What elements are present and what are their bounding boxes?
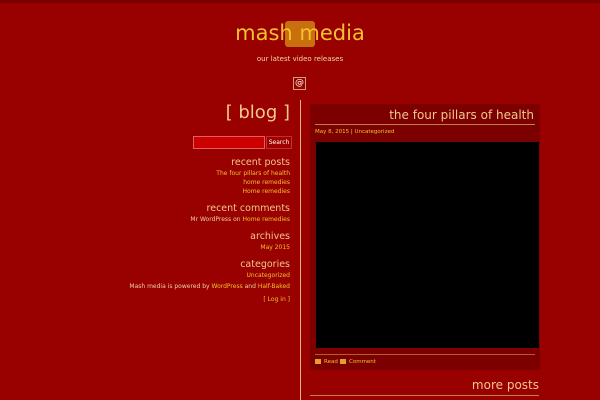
post-card: the four pillars of health May 8, 2015 |… [310,104,540,370]
archives-widget: archives May 2015 [250,230,290,252]
login-link[interactable]: [ Log in ] [263,296,290,303]
comment-icon [340,359,346,364]
read-icon [315,359,321,364]
category-link[interactable]: Uncategorized [240,271,290,280]
comment-action[interactable]: Comment [340,359,376,365]
post-meta: May 8, 2015 | Uncategorized [315,129,394,135]
powered-by-and: and [244,283,256,290]
site-title[interactable]: mash media [0,20,600,46]
post-date[interactable]: May 8, 2015 [315,129,349,135]
recent-comments-heading: recent comments [206,203,290,214]
comment-label[interactable]: Comment [349,359,376,365]
site-tagline: our latest video releases [256,55,344,63]
more-posts-heading: more posts [471,378,539,392]
categories-widget: categories Uncategorized [240,258,290,280]
site-title-text[interactable]: mash media [235,21,365,45]
powered-by-prefix: Mash media is powered by [129,283,210,290]
meta-separator: | [350,129,353,135]
post-category[interactable]: Uncategorized [354,129,394,135]
archive-link[interactable]: May 2015 [250,243,290,252]
blog-heading: [ blog ] [225,102,290,123]
powered-by-note: Mash media is powered by WordPress and H… [129,283,290,290]
post-title[interactable]: the four pillars of health [389,108,534,122]
post-footer-rule [315,354,535,355]
read-label[interactable]: Read [324,359,338,365]
recent-comment-item: Mr WordPress on Home remedies [190,215,290,224]
categories-heading: categories [240,259,290,270]
recent-post-link[interactable]: Home remedies [216,187,290,196]
search-input[interactable] [193,136,265,149]
wordpress-link[interactable]: WordPress [211,283,242,290]
more-posts-rule [310,395,539,396]
column-divider [300,100,301,400]
contact-icon[interactable]: @ [293,77,306,90]
comment-post-link[interactable]: Home remedies [243,216,290,223]
site-header: mash media [0,0,600,60]
archives-heading: archives [250,231,290,242]
post-title-rule [315,124,535,125]
read-action[interactable]: Read [315,359,338,365]
recent-comments-widget: recent comments Mr WordPress on Home rem… [190,202,290,224]
half-baked-link[interactable]: Half-Baked [258,283,290,290]
comment-author: Mr WordPress [190,216,232,223]
recent-posts-heading: recent posts [231,157,290,168]
recent-post-link[interactable]: The four pillars of health [216,169,290,178]
recent-posts-widget: recent posts The four pillars of health … [216,156,290,196]
video-player[interactable] [316,142,539,348]
search-button[interactable]: Search [266,136,292,149]
recent-post-link[interactable]: home remedies [216,178,290,187]
comment-on: on [233,216,241,223]
